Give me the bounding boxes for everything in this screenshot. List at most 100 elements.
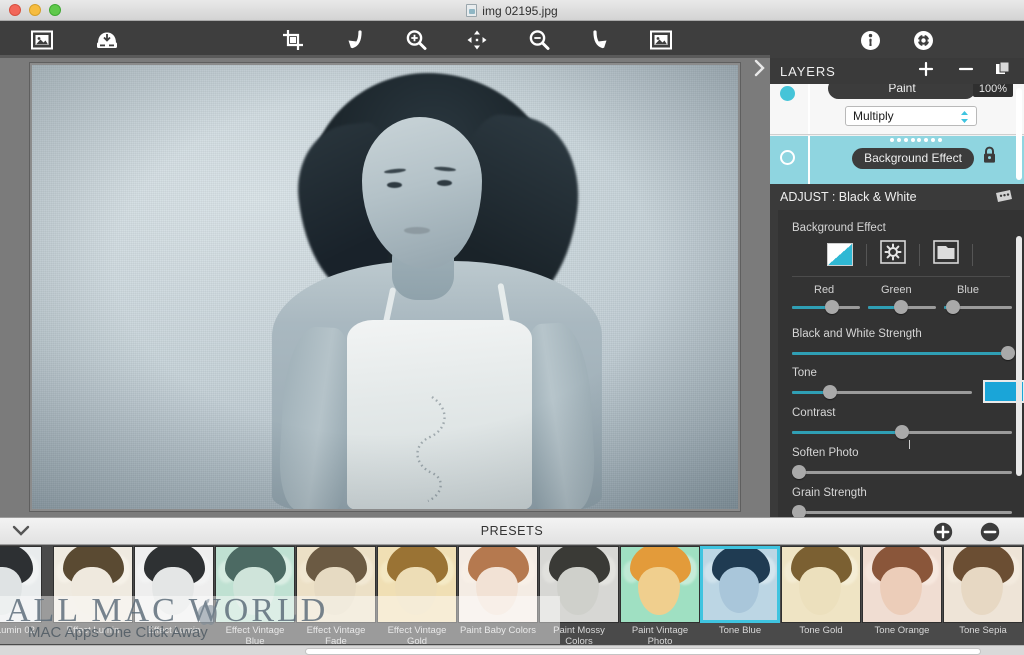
edited-photo[interactable] [32,65,738,509]
slider-knob[interactable] [824,300,839,314]
preset-label: Tone Sepia [959,625,1007,636]
presets-strip[interactable]: Effect Lumin 02 Effect Lumin Effect Lumin E… [0,545,1024,655]
plus-icon [918,61,934,82]
preset-item[interactable]: Effect Vintage Gold [377,546,457,654]
adjust-scrollbar[interactable] [1016,236,1022,476]
remove-preset-button[interactable] [980,522,1000,542]
document-icon [466,4,478,17]
preset-thumbnail[interactable] [539,546,619,623]
layers-list[interactable]: Paint 100% Multiply Background Effect [770,84,1024,184]
layer-visibility-toggle[interactable] [780,150,795,165]
photo-frame [30,63,740,511]
open-image-button[interactable] [27,26,57,54]
slider-soften-photo[interactable] [792,465,1012,479]
layer-visibility-toggle[interactable] [780,86,795,101]
title-bar: img 02195.jpg [0,0,1024,21]
preset-item[interactable]: Effect Lumin 02 [0,546,42,654]
preset-item[interactable]: Effect Lumin [53,546,133,654]
duplicate-layer-button[interactable] [992,61,1014,81]
fit-image-button[interactable] [646,26,676,54]
slider-knob[interactable] [822,385,837,399]
grain-strength-label: Grain Strength [792,487,867,499]
preset-thumbnail[interactable] [215,546,295,623]
preset-item[interactable]: Effect Vintage Blue [215,546,295,654]
preset-thumbnail[interactable] [296,546,376,623]
slider-blue[interactable] [944,300,1012,314]
divider [866,243,867,266]
preset-label: Effect Lumin [66,625,120,636]
zoom-out-button[interactable] [524,26,554,54]
slider-bw-strength[interactable] [792,346,1015,360]
preset-thumbnail[interactable] [620,546,700,623]
zoom-button[interactable] [49,4,61,16]
settings-button[interactable] [908,26,938,54]
minimize-button[interactable] [29,4,41,16]
undo-button[interactable] [340,26,370,54]
preset-thumbnail[interactable] [377,546,457,623]
info-button[interactable] [855,26,885,54]
canvas-area[interactable] [0,58,770,517]
more-options-icon[interactable] [994,188,1014,209]
horizontal-scrollbar[interactable] [0,645,1024,655]
save-image-button[interactable] [92,26,122,54]
remove-layer-button[interactable] [955,61,977,81]
slider-knob[interactable] [893,300,908,314]
crop-icon [282,29,304,51]
preset-item[interactable]: Paint Vintage Photo [620,546,700,654]
preset-thumbnail[interactable] [458,546,538,623]
preset-preview-image [297,547,375,622]
duplicate-layers-icon [995,61,1011,82]
preset-thumbnail[interactable] [781,546,861,623]
preset-thumbnail[interactable] [0,546,42,623]
slider-green[interactable] [868,300,936,314]
layer-opacity[interactable]: 100% [973,84,1013,97]
preset-thumbnail[interactable] [53,546,133,623]
solid-mode-button[interactable] [932,240,960,267]
slider-grain-strength[interactable] [792,505,1012,517]
redo-button[interactable] [585,26,615,54]
lock-icon[interactable] [982,146,997,169]
preset-thumbnail[interactable] [700,546,780,623]
slider-tone[interactable] [792,385,972,399]
gradient-mode-button[interactable] [826,242,854,267]
slider-knob[interactable] [946,300,961,314]
scrollbar-thumb[interactable] [305,648,981,655]
preset-item[interactable]: Paint Baby Colors [458,546,538,654]
table-row[interactable]: Paint 100% Multiply [770,84,1024,135]
background-effect-label: Background Effect [792,222,886,234]
slider-knob[interactable] [1001,346,1015,360]
preset-thumbnail[interactable] [134,546,214,623]
layers-scrollbar[interactable] [1016,88,1022,180]
add-layer-button[interactable] [915,61,937,81]
preset-item[interactable]: Effect Vintage Fade [296,546,376,654]
move-button[interactable] [462,26,492,54]
layer-name-paint[interactable]: Paint [828,84,976,99]
close-button[interactable] [9,4,21,16]
preset-item[interactable]: Tone Blue [700,546,780,654]
slider-red[interactable] [792,300,860,314]
zoom-in-button[interactable] [401,26,431,54]
channel-label-red: Red [814,284,835,296]
blend-mode-select[interactable]: Multiply [845,106,977,126]
texture-mode-button[interactable] [879,240,907,267]
preset-thumbnail[interactable] [943,546,1023,623]
preset-item[interactable]: Paint Mossy Colors [539,546,619,654]
layer-drag-handle[interactable] [890,138,942,143]
slider-knob[interactable] [792,465,806,479]
slider-contrast[interactable] [792,425,1012,449]
slider-knob[interactable] [792,505,806,517]
preset-item[interactable]: Tone Sepia [943,546,1023,654]
preset-thumbnail[interactable] [862,546,942,623]
presets-bar: PRESETS [0,517,1024,545]
preset-label: Paint Vintage Photo [631,625,689,647]
crop-button[interactable] [278,26,308,54]
add-preset-button[interactable] [933,522,953,542]
preset-item[interactable]: Tone Gold [781,546,861,654]
table-row[interactable]: Background Effect [770,136,1024,184]
slider-track [792,471,1012,474]
preset-item[interactable]: Tone Orange [862,546,942,654]
layer-name-background-effect[interactable]: Background Effect [852,148,974,169]
panel-expand-button[interactable] [748,58,770,83]
slider-knob[interactable] [895,425,910,439]
preset-item[interactable]: Effect Lumin [134,546,214,654]
